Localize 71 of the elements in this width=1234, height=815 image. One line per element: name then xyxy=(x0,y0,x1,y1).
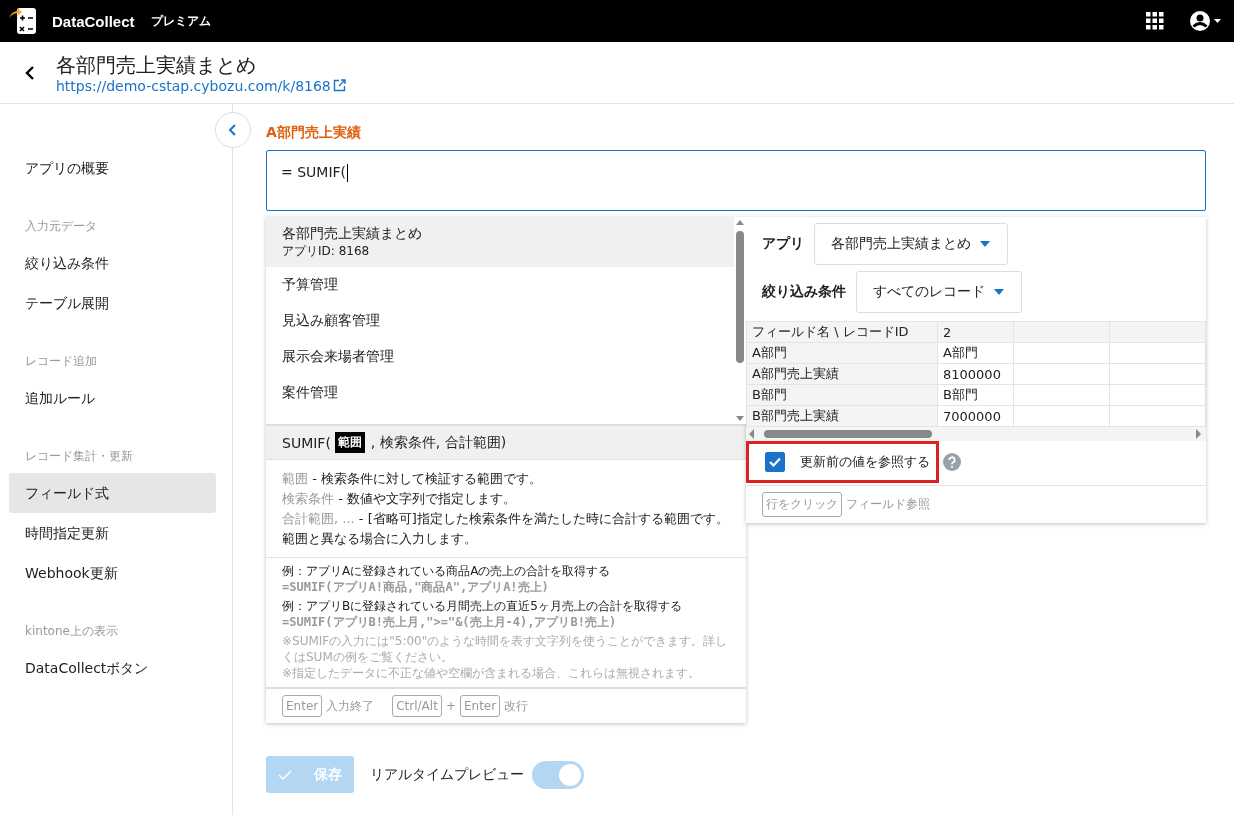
realtime-preview-toggle[interactable] xyxy=(532,760,584,789)
reference-checkbox[interactable]: 更新前の値を参照する xyxy=(746,441,939,483)
sidebar-item[interactable]: 時間指定更新 xyxy=(9,513,216,553)
filter-label: 絞り込み条件 xyxy=(762,283,846,301)
user-menu-icon[interactable] xyxy=(1188,9,1222,33)
example-caption: 例：アプリAに登録されている商品Aの売上の合計を取得する xyxy=(282,563,612,579)
calculator-logo-icon xyxy=(8,6,38,36)
app-list-item[interactable]: 展示会来場者管理 xyxy=(266,339,734,375)
note-text: ※指定したデータに不正な値や空欄が含まれる場合、これらは無視されます。 xyxy=(282,665,702,681)
table-cell: A部門 xyxy=(746,342,938,364)
function-signature: SUMIF( 範囲 , 検索条件, 合計範囲) xyxy=(266,426,746,460)
plus-sign: + xyxy=(445,699,456,713)
realtime-preview-label: リアルタイムプレビュー xyxy=(370,765,524,784)
caret-icon xyxy=(993,288,1005,296)
sidebar-item[interactable]: 追加ルール xyxy=(9,378,216,418)
sidebar-item[interactable]: DataCollectボタン xyxy=(9,648,216,688)
sidebar-section-label: kintone上の表示 xyxy=(24,623,119,640)
sidebar-item[interactable]: テーブル展開 xyxy=(9,283,216,323)
table-cell: 7000000 xyxy=(937,405,1014,427)
sidebar-item[interactable]: Webhook更新 xyxy=(9,553,216,593)
hint-text: フィールド参照 xyxy=(846,496,930,513)
shortcut-label: 入力終了 xyxy=(326,697,375,715)
table-cell: A部門売上実績 xyxy=(746,363,938,385)
app-url-link[interactable]: https://demo-cstap.cybozu.com/k/8168 xyxy=(56,77,346,94)
app-name: DataCollect xyxy=(52,12,135,30)
apps-grid-icon[interactable] xyxy=(1146,12,1164,30)
argument-description: 検索条件 - 数値や文字列で指定します。 xyxy=(282,490,517,508)
chevron-left-icon xyxy=(228,124,238,136)
example-formula: =SUMIF(アプリB!売上月,">="&(売上月-4),アプリB!売上) xyxy=(282,614,618,630)
table-cell: 8100000 xyxy=(937,363,1014,385)
app-label: アプリ xyxy=(762,235,804,253)
formula-input-field[interactable]: = SUMIF( xyxy=(266,150,1206,211)
collapse-sidebar-button[interactable] xyxy=(215,112,251,148)
app-list-item[interactable]: 予算管理 xyxy=(266,267,734,303)
sidebar-item[interactable]: アプリの概要 xyxy=(9,148,216,188)
key-cap: Ctrl/Alt xyxy=(392,695,442,717)
argument-description: 合計範囲, ... - [省略可]指定した検索条件を満たした時に合計する範囲です。範囲と異なる場合に入力します。 xyxy=(282,510,730,548)
argument-description: 範囲 - 検索条件に対して検証する範囲です。 xyxy=(282,470,543,488)
edition-label: プレミアム xyxy=(150,12,211,30)
vertical-scrollbar[interactable] xyxy=(734,217,746,424)
field-label: A部門売上実績 xyxy=(266,124,362,142)
key-cap: Enter xyxy=(282,695,323,717)
sidebar-section-label: レコード追加 xyxy=(24,353,98,370)
sidebar-section-label: レコード集計・更新 xyxy=(24,448,134,465)
table-cell: B部門 xyxy=(937,384,1014,406)
example-caption: 例：アプリBに登録されている月間売上の直近5ヶ月売上の合計を取得する xyxy=(282,598,683,614)
table-cell: A部門 xyxy=(937,342,1014,364)
sidebar-section-label: 入力元データ xyxy=(24,218,98,235)
app-list-item[interactable]: 各部門売上実績まとめ アプリID: 8168 xyxy=(266,217,734,267)
sidebar-item[interactable]: 絞り込み条件 xyxy=(9,243,216,283)
checkmark-icon xyxy=(278,769,292,780)
app-list-item[interactable]: 見込み顧客管理 xyxy=(266,303,734,339)
example-formula: =SUMIF(アプリA!商品,"商品A",アプリA!売上) xyxy=(282,579,550,595)
shortcut-label: 改行 xyxy=(504,697,529,715)
external-link-icon xyxy=(332,79,346,92)
table-cell: B部門売上実績 xyxy=(746,405,938,427)
horizontal-scrollbar[interactable] xyxy=(746,427,1206,441)
table-header-cell: 2 xyxy=(937,321,1014,343)
table-header-cell: フィールド名 \ レコードID xyxy=(746,321,938,343)
help-icon[interactable] xyxy=(943,453,961,471)
filter-dropdown[interactable]: すべてのレコード xyxy=(856,271,1022,313)
caret-icon xyxy=(979,240,991,248)
key-cap: 行をクリック xyxy=(762,492,842,517)
checkmark-icon xyxy=(769,457,781,467)
key-cap: Enter xyxy=(459,695,501,717)
page-title: 各部門売上実績まとめ xyxy=(56,51,257,78)
app-dropdown[interactable]: 各部門売上実績まとめ xyxy=(814,223,1008,265)
table-cell: B部門 xyxy=(746,384,938,406)
sidebar-item[interactable]: フィールド式 xyxy=(9,473,216,513)
app-list-item[interactable]: 案件管理 xyxy=(266,375,734,411)
note-text: ※SUMIFの入力には"5:00"のような時間を表す文字列を使うことができます。詳しくはSUMの例をご覧ください。 xyxy=(282,633,729,665)
